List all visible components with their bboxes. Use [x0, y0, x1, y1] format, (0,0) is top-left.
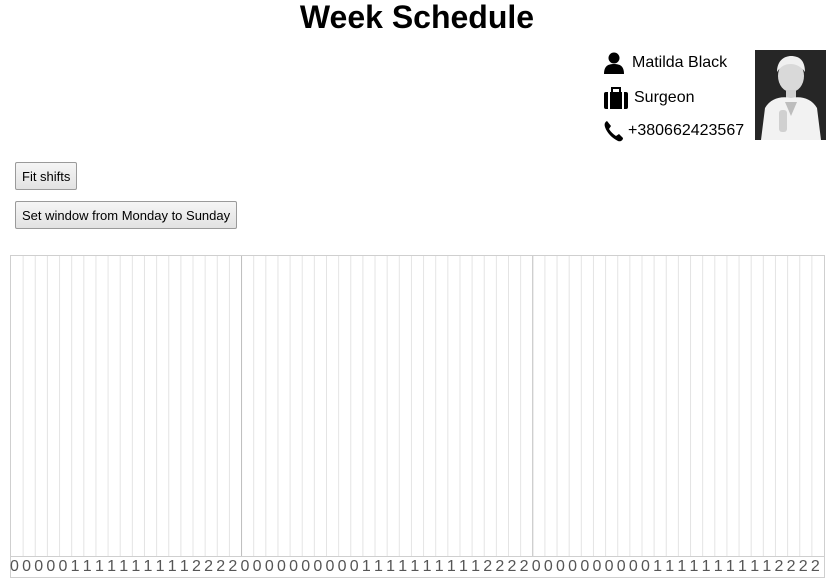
hour-label: 1: [398, 558, 408, 575]
hour-label: 0: [556, 558, 565, 575]
hour-label: 0: [22, 558, 32, 575]
hour-label: 1: [471, 558, 480, 575]
hour-label: 0: [325, 558, 335, 575]
hour-label: 2: [228, 558, 238, 575]
hour-label: 1: [689, 558, 699, 575]
page-title: Week Schedule: [299, 0, 535, 35]
hour-label: 1: [386, 558, 396, 575]
hour-label: 0: [264, 558, 274, 575]
hour-label: 0: [592, 558, 602, 575]
hour-label: 1: [361, 558, 371, 575]
hour-label: 2: [507, 558, 517, 575]
hour-label: 1: [155, 558, 165, 575]
hour-label: 1: [725, 558, 735, 575]
hour-label: 1: [94, 558, 104, 575]
phone-icon: [604, 120, 624, 142]
schedule-timeline[interactable]: 0000011111111112222000000000011111111112…: [10, 255, 825, 578]
hour-label: 2: [798, 558, 808, 575]
hour-label: 1: [422, 558, 432, 575]
hour-label: 1: [750, 558, 760, 575]
hour-label: 1: [446, 558, 456, 575]
hour-label: 0: [568, 558, 578, 575]
hour-label: 0: [313, 558, 323, 575]
hour-label: 1: [762, 558, 772, 575]
hour-label: 1: [70, 558, 80, 575]
hour-label: 1: [143, 558, 153, 575]
hour-label: 1: [167, 558, 177, 575]
hour-label: 0: [58, 558, 68, 575]
hour-label: 0: [240, 558, 250, 575]
hour-label: 2: [495, 558, 505, 575]
hour-label: 0: [616, 558, 626, 575]
profile-phone-row: +380662423567: [604, 120, 744, 142]
hour-label: 0: [640, 558, 650, 575]
hour-label: 0: [276, 558, 286, 575]
profile-role-row: Surgeon: [604, 87, 695, 109]
user-icon: [604, 52, 624, 74]
hour-label: 2: [483, 558, 493, 575]
hour-label: 1: [119, 558, 129, 575]
hour-label: 2: [786, 558, 796, 575]
hour-label: 2: [192, 558, 201, 575]
hour-label: 1: [434, 558, 444, 575]
briefcase-icon: [604, 87, 628, 109]
hour-label: 0: [34, 558, 44, 575]
hour-label: 0: [543, 558, 553, 575]
hour-label: 2: [204, 558, 214, 575]
hour-label: 1: [653, 558, 663, 575]
hour-label: 1: [665, 558, 675, 575]
hour-label: 1: [374, 558, 383, 575]
hour-label: 0: [289, 558, 298, 575]
profile-photo: [755, 50, 826, 140]
hour-label: 1: [131, 558, 141, 575]
profile-phone: +380662423567: [628, 122, 745, 139]
hour-label: 0: [337, 558, 347, 575]
hour-label: 2: [216, 558, 226, 575]
hour-label: 0: [580, 558, 590, 575]
hour-label: 1: [713, 558, 723, 575]
profile-name: Matilda Black: [632, 54, 728, 71]
fit-shifts-button[interactable]: Fit shifts: [15, 162, 78, 190]
hour-label: 0: [604, 558, 614, 575]
hour-label: 2: [774, 558, 784, 575]
hour-label: 0: [252, 558, 262, 575]
hour-label: 1: [677, 558, 687, 575]
hour-label: 2: [810, 558, 820, 575]
hour-label: 0: [349, 558, 359, 575]
hour-label: 0: [10, 558, 19, 575]
hour-label: 1: [179, 558, 189, 575]
hour-label: 0: [628, 558, 638, 575]
hour-label: 0: [531, 558, 541, 575]
hour-label: 0: [46, 558, 56, 575]
timeline-grid: [22, 256, 813, 556]
hour-label: 2: [519, 558, 529, 575]
profile-role: Surgeon: [634, 89, 695, 106]
hour-label: 1: [107, 558, 116, 575]
hour-label: 1: [701, 558, 711, 575]
timeline-axis: 0000011111111112222000000000011111111112…: [10, 556, 824, 578]
set-window-button[interactable]: Set window from Monday to Sunday: [15, 201, 238, 229]
hour-label: 0: [301, 558, 311, 575]
hour-label: 1: [410, 558, 420, 575]
profile-name-row: Matilda Black: [604, 52, 727, 74]
hour-label: 1: [458, 558, 468, 575]
hour-label: 1: [738, 558, 747, 575]
hour-label: 1: [82, 558, 92, 575]
